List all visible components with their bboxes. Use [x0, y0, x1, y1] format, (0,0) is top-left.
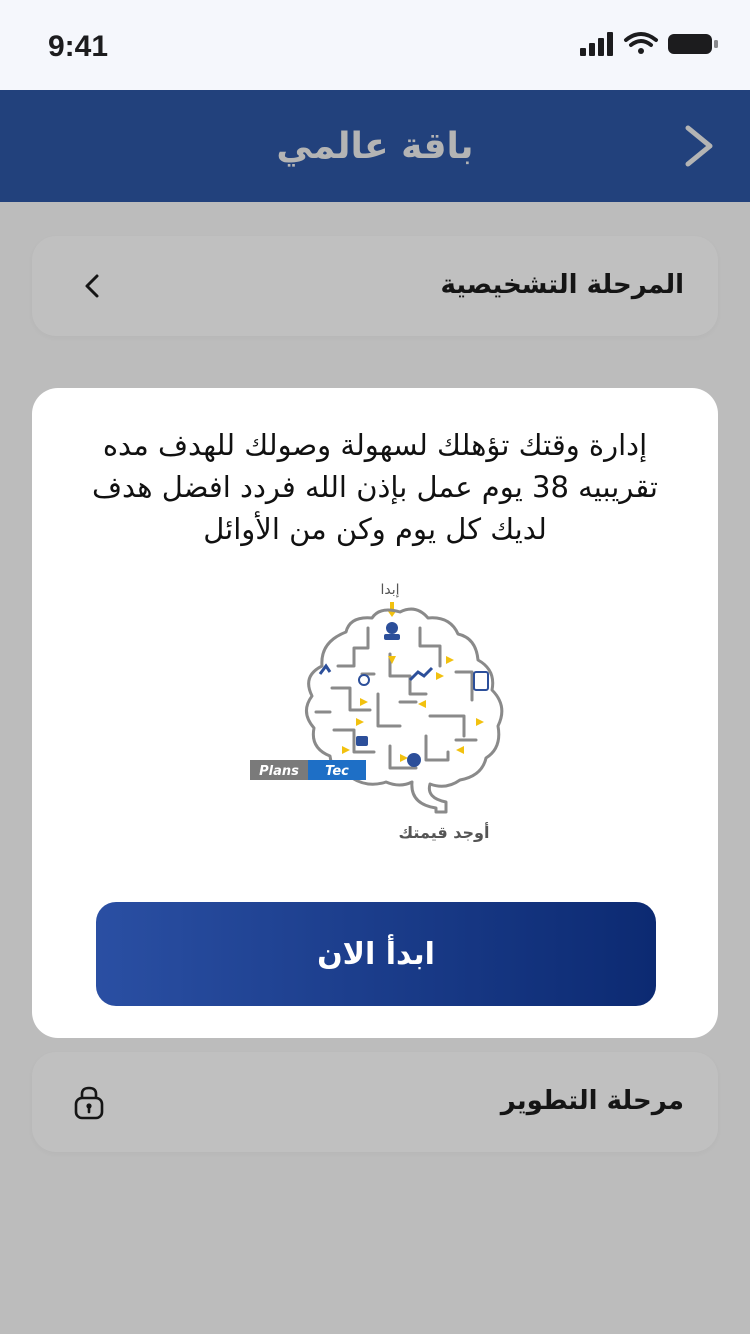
- status-icons: [580, 32, 718, 56]
- brain-maze-icon: إبدا Plans Tec أوجد قيمتك: [250, 582, 504, 842]
- start-now-label: ابدأ الان: [317, 937, 435, 972]
- svg-text:Plans: Plans: [259, 764, 299, 779]
- illustration-top-label: إبدا: [380, 582, 399, 598]
- start-now-button[interactable]: ابدأ الان: [96, 902, 656, 1006]
- app-header: باقة عالمي: [0, 90, 750, 202]
- illustration-bottom-label: أوجد قيمتك: [399, 822, 490, 842]
- page-title: باقة عالمي: [276, 126, 474, 167]
- status-time: 9:41: [48, 30, 109, 63]
- modal-message: إدارة وقتك تؤهلك لسهولة وصولك للهدف مده …: [91, 428, 659, 546]
- motivation-modal: إدارة وقتك تؤهلك لسهولة وصولك للهدف مده …: [32, 388, 718, 1038]
- planstec-logo: Plans Tec: [250, 760, 366, 780]
- stage-card-diagnostic[interactable]: المرحلة التشخيصية: [32, 236, 718, 336]
- svg-text:Tec: Tec: [325, 764, 349, 779]
- chevron-left-icon: [85, 274, 99, 298]
- signal-icon: [580, 32, 613, 56]
- brain-illustration: إبدا Plans Tec أوجد قيمتك: [250, 576, 520, 854]
- status-bar: 9:41: [0, 0, 750, 90]
- stage-label: المرحلة التشخيصية: [440, 270, 684, 300]
- wifi-icon: [624, 32, 658, 54]
- back-arrow-icon[interactable]: [680, 124, 720, 168]
- stage-label: مرحلة التطوير: [500, 1086, 684, 1116]
- battery-icon: [668, 34, 718, 54]
- lock-icon: [74, 1086, 104, 1120]
- stage-card-development[interactable]: مرحلة التطوير: [32, 1052, 718, 1152]
